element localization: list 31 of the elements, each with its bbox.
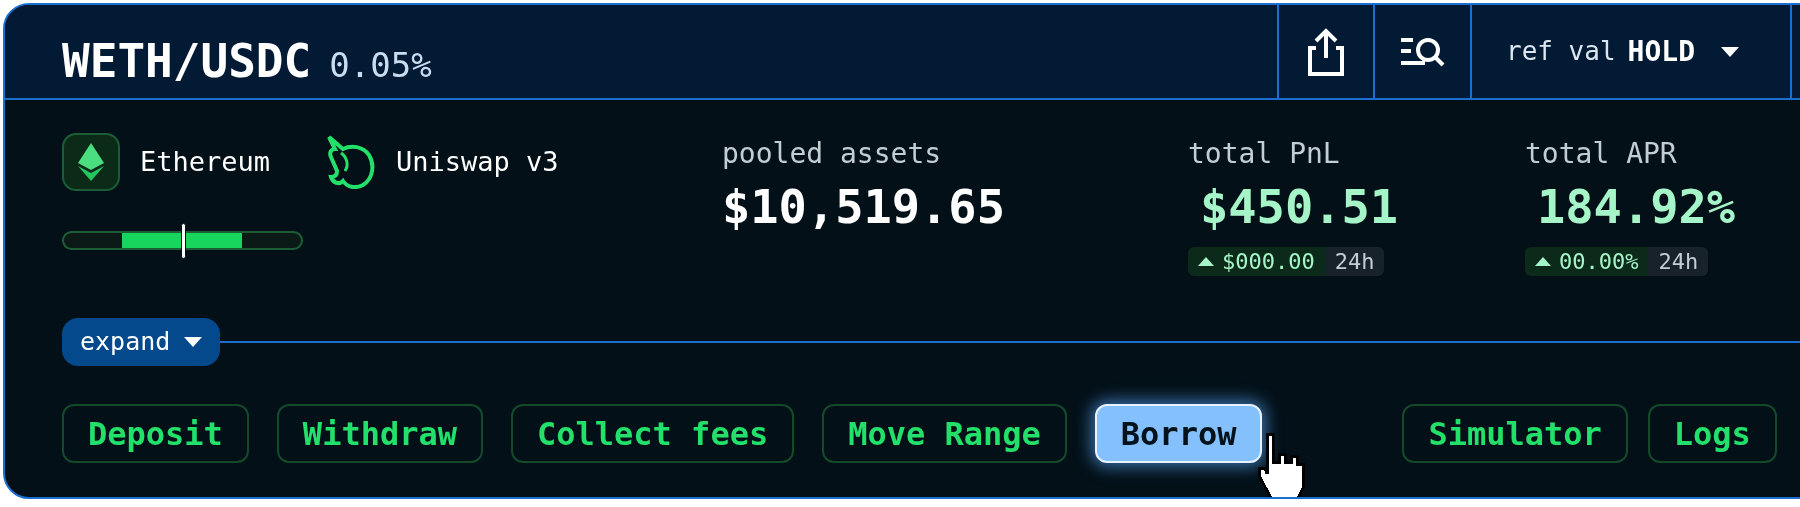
up-triangle-icon — [1198, 257, 1214, 267]
pointer-hand-icon — [1255, 432, 1307, 497]
ref-value-label: ref val — [1506, 35, 1616, 68]
stat-value: $10,519.65 — [722, 179, 1006, 236]
up-triangle-icon — [1535, 257, 1551, 267]
expand-button[interactable]: expand — [62, 318, 221, 366]
action-button[interactable]: Move Range — [822, 404, 1067, 463]
stat-label: total APR — [1525, 136, 1678, 172]
period-badge: 24h — [1648, 247, 1709, 277]
change-badge: 00.00% — [1525, 247, 1649, 277]
fee-label: 0.05% — [329, 44, 432, 87]
share-icon — [1308, 27, 1344, 76]
action-button[interactable]: Borrow — [1094, 404, 1263, 463]
chain-name: Ethereum — [140, 144, 271, 179]
diamond-icon — [78, 143, 104, 181]
period-badge: 24h — [1324, 247, 1385, 277]
caret-icon — [1721, 46, 1739, 57]
stat-label: pooled assets — [722, 136, 943, 172]
stat-value: $450.51 — [1199, 179, 1400, 236]
ref-value-dropdown[interactable]: ref val HOLD — [1470, 5, 1792, 98]
action-button[interactable]: Deposit — [62, 404, 249, 463]
range-thumb[interactable] — [180, 223, 186, 259]
action-button[interactable]: Logs — [1647, 404, 1777, 463]
action-button[interactable]: Collect fees — [511, 404, 795, 463]
stat-value: 184.92% — [1536, 179, 1737, 236]
action-button[interactable]: Withdraw — [276, 404, 483, 463]
stat-label: total PnL — [1188, 136, 1341, 172]
protocol-name: Uniswap v3 — [396, 144, 559, 179]
action-button[interactable]: Simulator — [1402, 404, 1628, 463]
change-badge: $000.00 — [1188, 247, 1325, 277]
pair-title: WETH/USDC — [62, 33, 312, 90]
